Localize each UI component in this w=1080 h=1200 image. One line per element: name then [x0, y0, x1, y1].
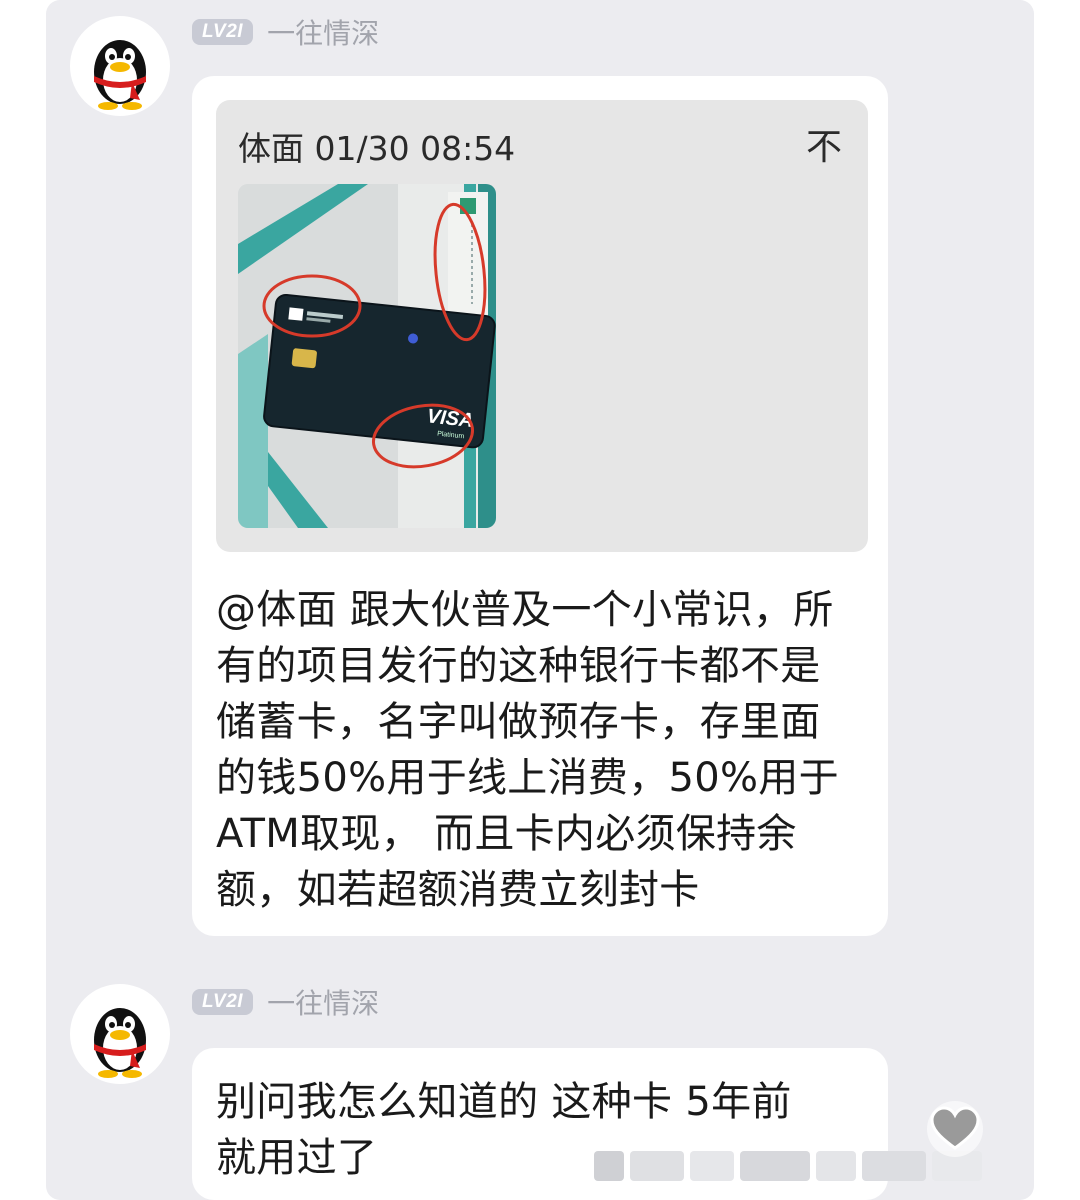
- qq-penguin-icon[interactable]: [70, 16, 170, 116]
- username[interactable]: 一往情深: [267, 12, 379, 52]
- message-meta: LV2I 一往情深: [192, 14, 379, 50]
- level-badge: LV2I: [192, 19, 254, 45]
- quote-header: 体面 01/30 08:54: [238, 129, 516, 168]
- level-badge: LV2I: [192, 989, 254, 1015]
- quoted-image[interactable]: VISA Platinum: [238, 184, 496, 528]
- qq-penguin-icon[interactable]: [70, 984, 170, 1084]
- message-meta: LV2I 一往情深: [192, 984, 379, 1020]
- quoted-message[interactable]: 体面 01/30 08:54 不 VISA Platinum: [216, 100, 868, 552]
- quote-expand-icon[interactable]: 不: [806, 118, 842, 170]
- username[interactable]: 一往情深: [267, 982, 379, 1022]
- message-text: @体面 跟大伙普及一个小常识，所 有的项目发行的这种银行卡都不是 储蓄卡，名字叫…: [216, 587, 839, 913]
- heart-icon[interactable]: [926, 1100, 984, 1158]
